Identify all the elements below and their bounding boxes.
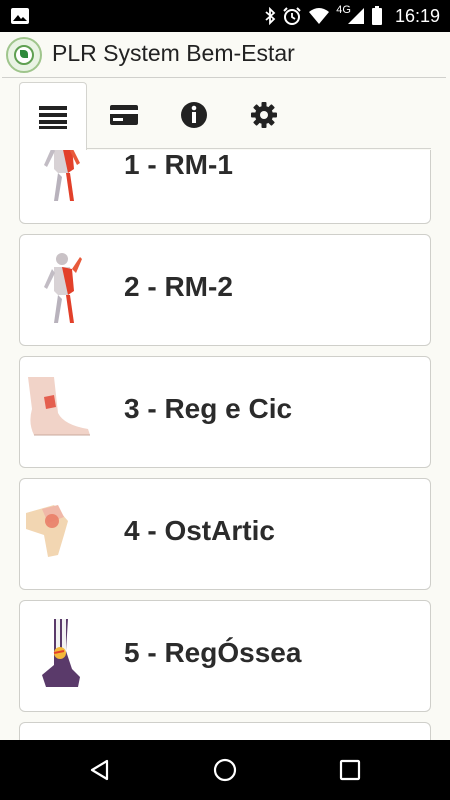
app-logo (6, 37, 42, 73)
clock: 16:19 (394, 5, 440, 26)
body-anatomy-icon (44, 150, 80, 201)
gallery-notification-icon (11, 8, 29, 24)
ankle-foot-icon (28, 377, 90, 436)
program-list[interactable]: 1 - RM-1 2 - RM-2 3 - Reg e Cic 4 - OstA… (0, 150, 450, 740)
program-label: 1 - RM-1 (124, 150, 233, 180)
alarm-icon (283, 7, 301, 25)
app-bar: PLR System Bem-Estar (0, 32, 450, 76)
program-item-regossea[interactable]: 5 - RegÓssea (19, 600, 431, 712)
info-icon (181, 102, 207, 128)
program-label: 5 - RegÓssea (124, 637, 302, 668)
tab-info[interactable] (160, 82, 228, 148)
list-icon (39, 105, 67, 129)
gear-icon (251, 102, 277, 128)
program-item-next[interactable] (19, 722, 431, 740)
app-title: PLR System Bem-Estar (52, 40, 295, 66)
tab-programs[interactable] (19, 82, 87, 150)
program-item-rm-2[interactable]: 2 - RM-2 (19, 234, 431, 346)
tab-bar-divider (87, 148, 431, 149)
battery-icon (371, 6, 382, 25)
wifi-icon (309, 8, 330, 24)
back-button[interactable] (76, 752, 124, 788)
program-label: 3 - Reg e Cic (124, 393, 293, 424)
program-item-reg-e-cic[interactable]: 3 - Reg e Cic (19, 356, 431, 468)
bluetooth-icon (265, 7, 276, 25)
network-type-label: 4G (336, 4, 351, 16)
home-button[interactable] (201, 752, 249, 788)
program-label: 4 - OstArtic (124, 515, 275, 546)
foot-bone-icon (42, 619, 80, 687)
program-item-rm-1[interactable]: 1 - RM-1 (19, 150, 431, 224)
status-bar: 4G 16:19 (0, 0, 450, 32)
app-bar-divider (2, 77, 446, 78)
navigation-bar (0, 740, 450, 800)
card-icon (110, 105, 138, 125)
home-circle-icon (213, 758, 237, 782)
tab-card[interactable] (90, 82, 158, 148)
program-item-ostartic[interactable]: 4 - OstArtic (19, 478, 431, 590)
tab-settings[interactable] (230, 82, 298, 148)
recents-button[interactable] (326, 752, 374, 788)
knee-joint-icon (26, 505, 68, 557)
back-triangle-icon (90, 759, 109, 781)
recents-square-icon (339, 759, 361, 781)
program-label: 2 - RM-2 (124, 271, 233, 302)
body-anatomy-icon (44, 253, 82, 323)
tab-bar (0, 82, 450, 150)
